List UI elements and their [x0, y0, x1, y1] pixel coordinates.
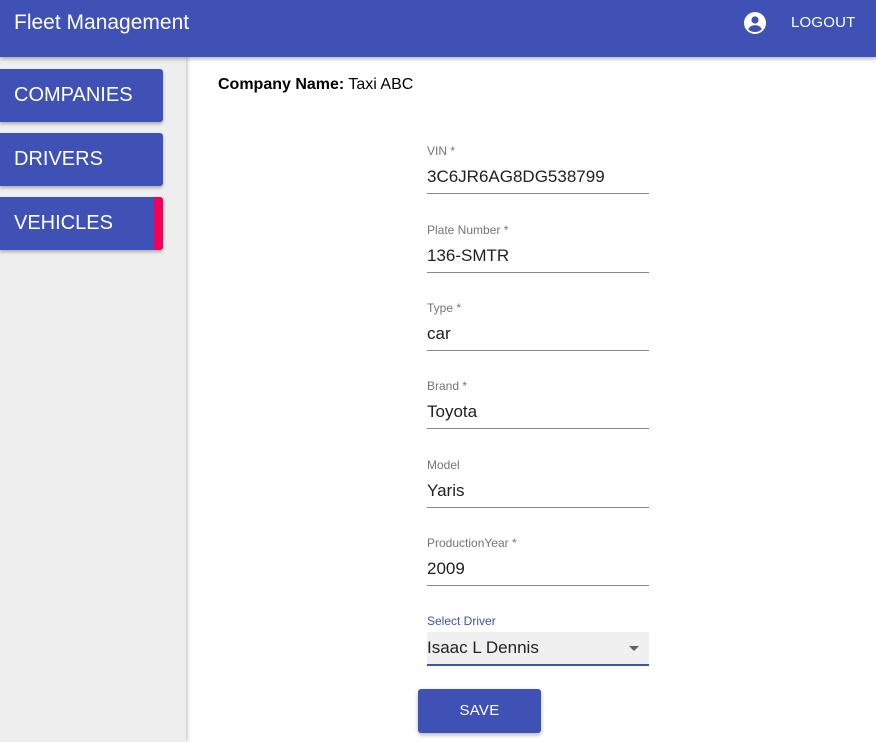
- brand-input[interactable]: Toyota: [427, 399, 649, 429]
- app-title: Fleet Management: [14, 11, 190, 34]
- save-button[interactable]: SAVE: [418, 689, 541, 733]
- model-field[interactable]: Model Yaris: [427, 458, 649, 508]
- dropdown-arrow-icon[interactable]: [629, 646, 639, 651]
- driver-select[interactable]: Isaac L Dennis: [427, 632, 649, 666]
- brand-label: Brand *: [427, 379, 468, 393]
- type-field[interactable]: Type * car: [427, 301, 649, 351]
- company-name-value: Taxi ABC: [348, 76, 414, 93]
- sidebar-item-companies[interactable]: COMPANIES: [0, 69, 163, 122]
- app-bar: Fleet Management LOGOUT: [0, 0, 876, 57]
- plate-number-label: Plate Number *: [427, 223, 509, 237]
- driver-select-field[interactable]: Select Driver Isaac L Dennis: [427, 614, 649, 666]
- company-name: Company Name: Taxi ABC: [218, 75, 413, 95]
- vin-label: VIN *: [427, 144, 456, 158]
- sidebar: COMPANIES DRIVERS VEHICLES: [0, 57, 186, 742]
- logout-button[interactable]: LOGOUT: [791, 14, 856, 32]
- company-name-label: Company Name:: [218, 76, 345, 93]
- production-year-field[interactable]: ProductionYear * 2009: [427, 536, 649, 586]
- driver-select-value: Isaac L Dennis: [427, 638, 539, 657]
- brand-field[interactable]: Brand * Toyota: [427, 379, 649, 429]
- plate-number-field[interactable]: Plate Number * 136-SMTR: [427, 223, 649, 273]
- production-year-label: ProductionYear *: [427, 536, 517, 550]
- sidebar-item-drivers[interactable]: DRIVERS: [0, 133, 163, 186]
- driver-select-label: Select Driver: [427, 614, 496, 628]
- vin-field[interactable]: VIN * 3C6JR6AG8DG538799: [427, 144, 649, 194]
- model-label: Model: [427, 458, 460, 472]
- plate-number-input[interactable]: 136-SMTR: [427, 243, 649, 273]
- type-input[interactable]: car: [427, 321, 649, 351]
- model-input[interactable]: Yaris: [427, 478, 649, 508]
- sidebar-item-vehicles[interactable]: VEHICLES: [0, 197, 163, 250]
- account-circle-icon[interactable]: [743, 11, 767, 35]
- vin-input[interactable]: 3C6JR6AG8DG538799: [427, 164, 649, 194]
- type-label: Type *: [427, 301, 462, 315]
- production-year-input[interactable]: 2009: [427, 556, 649, 586]
